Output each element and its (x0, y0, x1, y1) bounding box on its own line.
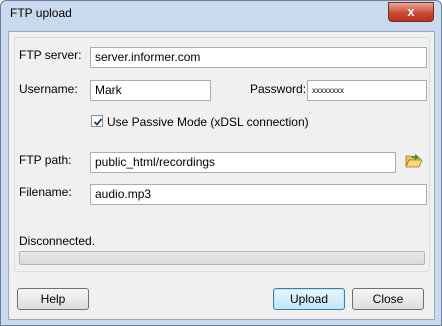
password-label: Password: (250, 82, 307, 96)
checkmark-icon (93, 118, 103, 126)
upload-button[interactable]: Upload (273, 288, 345, 310)
window-close-button[interactable]: x (388, 2, 434, 22)
window-title: FTP upload (10, 6, 72, 20)
ftp-upload-window: FTP upload x FTP server: server.informer… (0, 0, 442, 326)
username-input[interactable]: Mark (90, 80, 211, 101)
help-button[interactable]: Help (17, 288, 89, 310)
ftp-server-input[interactable]: server.informer.com (90, 47, 427, 68)
ftp-server-label: FTP server: (19, 48, 82, 62)
passive-mode-label[interactable]: Use Passive Mode (xDSL connection) (107, 115, 309, 129)
status-text: Disconnected. (19, 234, 96, 248)
upload-progress-bar (19, 251, 425, 265)
ftp-path-input[interactable]: public_html/recordings (90, 152, 396, 173)
filename-label: Filename: (19, 185, 72, 199)
password-input[interactable]: xxxxxxxx (307, 80, 427, 101)
title-bar[interactable]: FTP upload x (1, 1, 441, 25)
passive-mode-checkbox[interactable] (91, 115, 103, 127)
username-label: Username: (19, 82, 78, 96)
ftp-path-label: FTP path: (19, 153, 72, 167)
dialog-body: FTP server: server.informer.com Username… (8, 31, 435, 320)
folder-open-icon[interactable] (405, 153, 423, 169)
filename-input[interactable]: audio.mp3 (90, 184, 427, 205)
close-button[interactable]: Close (352, 288, 424, 310)
settings-group: FTP server: server.informer.com Username… (14, 37, 430, 272)
